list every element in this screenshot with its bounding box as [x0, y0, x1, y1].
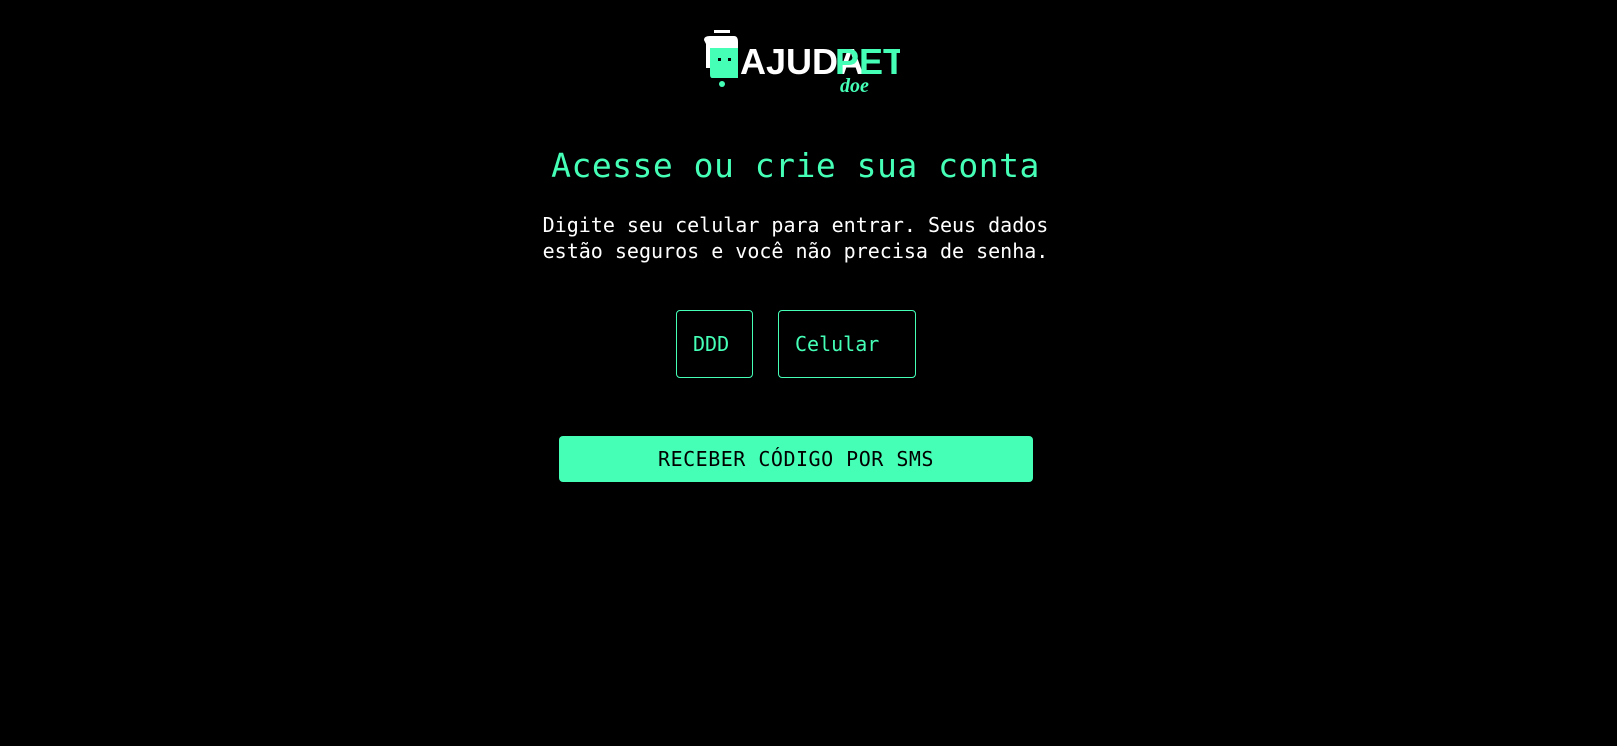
subtitle-line-1: Digite seu celular para entrar. Seus dad…: [542, 213, 1049, 237]
page-title: Acesse ou crie sua conta: [551, 146, 1040, 185]
logo-subtext: doe: [840, 75, 869, 94]
subtitle-line-2: estão seguros e você não precisa de senh…: [542, 239, 1049, 263]
page-subtitle: Digite seu celular para entrar. Seus dad…: [0, 212, 1591, 264]
pet-icon: AJUDA PET doe: [704, 30, 900, 94]
cellphone-input[interactable]: [778, 310, 916, 378]
receive-sms-code-button[interactable]: RECEBER CÓDIGO POR SMS: [559, 436, 1033, 482]
ddd-input[interactable]: [676, 310, 753, 378]
ajudapet-logo: AJUDA PET doe: [700, 28, 900, 94]
